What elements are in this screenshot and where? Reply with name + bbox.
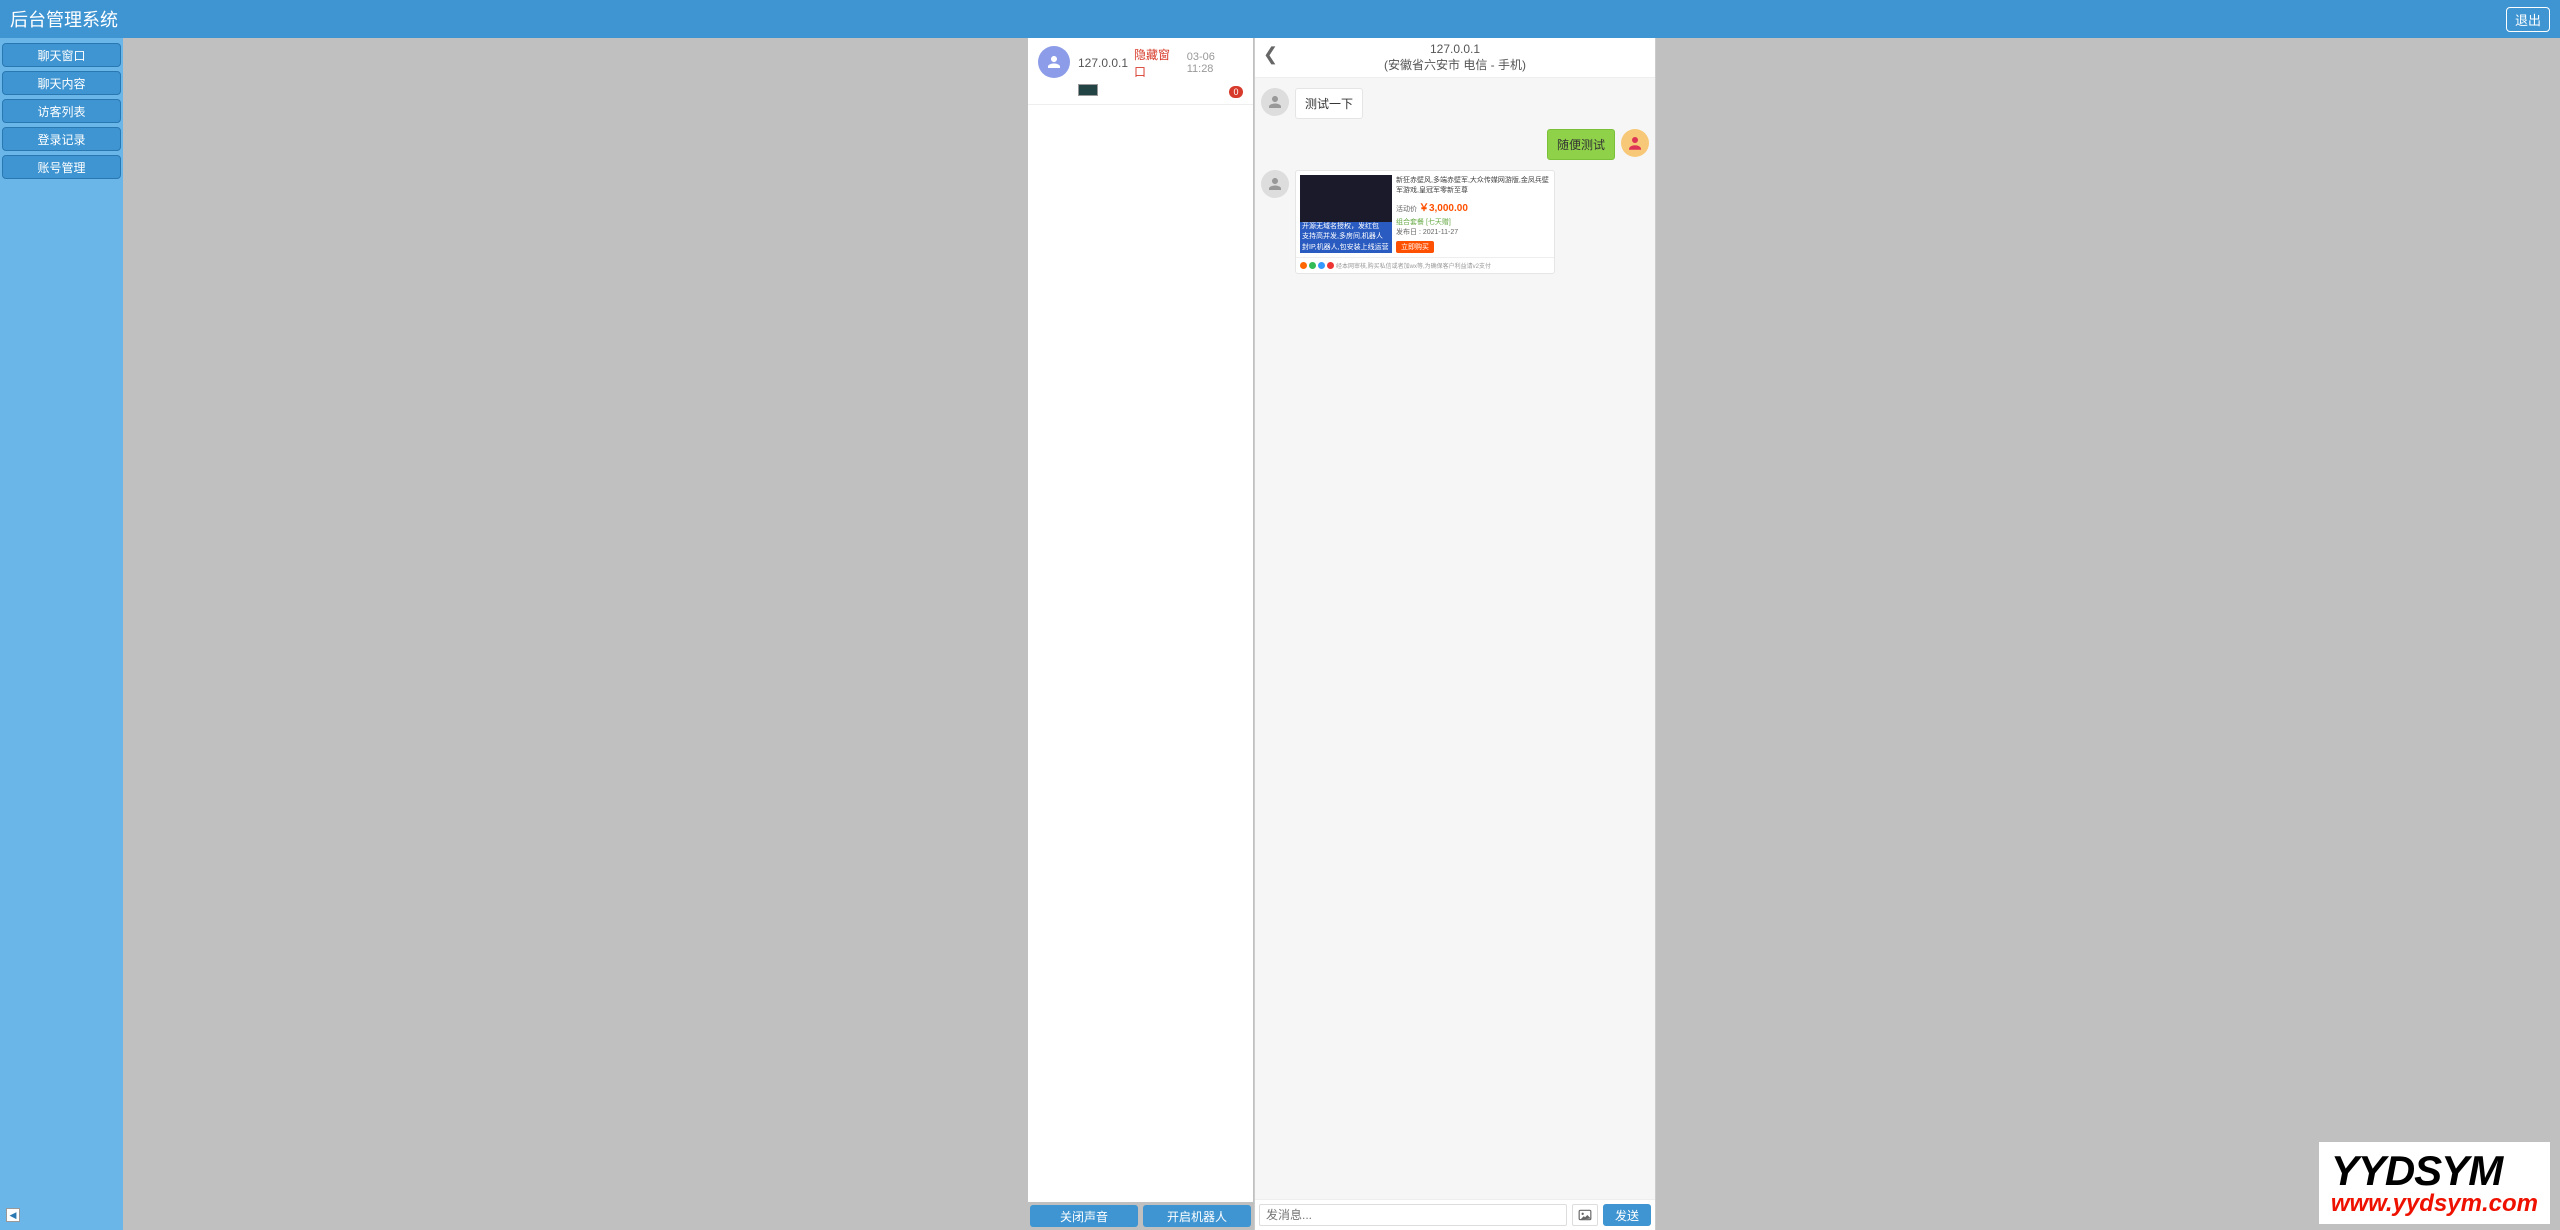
card-footer: 经本网审核,购买私信或者加wx等,为确保客户利益请v2支付 [1296, 257, 1554, 273]
visitor-avatar-icon [1261, 170, 1289, 198]
share-icon [1300, 262, 1307, 269]
sidebar: 聊天窗口 聊天内容 访客列表 登录记录 账号管理 ◀ [0, 38, 123, 1230]
gap-right [1656, 38, 2560, 1230]
message-row: 测试一下 [1261, 88, 1649, 119]
card-price: ￥3,000.00 [1419, 203, 1468, 214]
conversation-body: 测试一下 随便测试 开源无域名授权，发红包 [1255, 78, 1655, 1199]
chat-and-conv-wrapper: 127.0.0.1 隐藏窗口 03-06 11:28 0 关闭声音 开启机器人 … [1027, 38, 1656, 1230]
card-ribbon-line: 支持高并发,多房间,机器人 [1300, 232, 1392, 242]
conversation-header: ❮ 127.0.0.1 (安徽省六安市 电信 - 手机) [1255, 38, 1655, 78]
user-avatar-icon [1038, 46, 1070, 78]
product-card-image: 开源无域名授权，发红包 支持高并发,多房间,机器人 封IP,机器人,包安装上线运… [1300, 175, 1392, 253]
mute-button[interactable]: 关闭声音 [1030, 1205, 1138, 1227]
top-bar: 后台管理系统 退出 [0, 0, 2560, 38]
conversation-panel: ❮ 127.0.0.1 (安徽省六安市 电信 - 手机) 测试一下 随便测试 [1254, 38, 1656, 1230]
hide-window-link[interactable]: 隐藏窗口 [1134, 46, 1181, 80]
back-icon[interactable]: ❮ [1263, 44, 1278, 65]
card-price-label: 活动价 [1396, 206, 1417, 213]
sidebar-item-chat-content[interactable]: 聊天内容 [2, 71, 121, 95]
visitor-avatar-icon [1261, 88, 1289, 116]
message-input[interactable] [1259, 1204, 1567, 1226]
send-button[interactable]: 发送 [1603, 1204, 1651, 1226]
image-icon [1577, 1208, 1593, 1222]
unread-badge: 0 [1229, 86, 1243, 98]
share-icon [1327, 262, 1334, 269]
share-icon [1309, 262, 1316, 269]
logout-button[interactable]: 退出 [2506, 7, 2550, 32]
gap-left [123, 38, 1027, 1230]
card-ribbon-line: 开源无域名授权，发红包 [1300, 222, 1392, 232]
app-title: 后台管理系统 [10, 6, 118, 32]
conv-header-location: (安徽省六安市 电信 - 手机) [1259, 56, 1651, 73]
chat-list-item[interactable]: 127.0.0.1 隐藏窗口 03-06 11:28 0 [1028, 38, 1253, 105]
card-ribbon-line: 封IP,机器人,包安装上线运营 [1300, 243, 1392, 253]
chat-item-body: 127.0.0.1 隐藏窗口 03-06 11:28 [1078, 46, 1243, 96]
product-card[interactable]: 开源无域名授权，发红包 支持高并发,多房间,机器人 封IP,机器人,包安装上线运… [1295, 170, 1555, 274]
share-icon [1318, 262, 1325, 269]
chat-list-footer: 关闭声音 开启机器人 [1027, 1202, 1254, 1230]
chat-list: 127.0.0.1 隐藏窗口 03-06 11:28 0 [1027, 38, 1254, 1202]
sidebar-collapse-button[interactable]: ◀ [6, 1208, 20, 1222]
product-card-info: 新狂赤壁风,多端赤壁军,大众传媒网游版,金凤兵壁军游戏,皇冠军零新至尊 活动价 … [1396, 175, 1550, 253]
card-tag: 组合套餐 [七天赠] [1396, 219, 1451, 226]
sidebar-item-account-mgmt[interactable]: 账号管理 [2, 155, 121, 179]
chat-item-ip: 127.0.0.1 [1078, 56, 1128, 70]
card-footer-text: 经本网审核,购买私信或者加wx等,为确保客户利益请v2支付 [1336, 261, 1550, 270]
chat-item-thumb [1078, 84, 1098, 96]
message-row: 随便测试 [1261, 129, 1649, 160]
robot-button[interactable]: 开启机器人 [1143, 1205, 1251, 1227]
message-bubble: 随便测试 [1547, 129, 1615, 160]
agent-avatar-icon [1621, 129, 1649, 157]
sidebar-item-visitor-list[interactable]: 访客列表 [2, 99, 121, 123]
buy-now-button[interactable]: 立即购买 [1396, 241, 1434, 253]
conv-header-ip: 127.0.0.1 [1259, 42, 1651, 56]
message-row: 开源无域名授权，发红包 支持高并发,多房间,机器人 封IP,机器人,包安装上线运… [1261, 170, 1649, 274]
chat-item-timestamp: 03-06 11:28 [1187, 51, 1243, 75]
card-date: 发布日 : 2021-11-27 [1396, 227, 1550, 237]
conversation-input-bar: 发送 [1255, 1199, 1655, 1230]
message-bubble: 测试一下 [1295, 88, 1363, 119]
main-shell: 聊天窗口 聊天内容 访客列表 登录记录 账号管理 ◀ 127.0.0.1 隐藏窗… [0, 38, 2560, 1230]
sidebar-item-login-log[interactable]: 登录记录 [2, 127, 121, 151]
card-title: 新狂赤壁风,多端赤壁军,大众传媒网游版,金凤兵壁军游戏,皇冠军零新至尊 [1396, 175, 1550, 195]
image-upload-button[interactable] [1572, 1204, 1598, 1226]
sidebar-item-chat-window[interactable]: 聊天窗口 [2, 43, 121, 67]
